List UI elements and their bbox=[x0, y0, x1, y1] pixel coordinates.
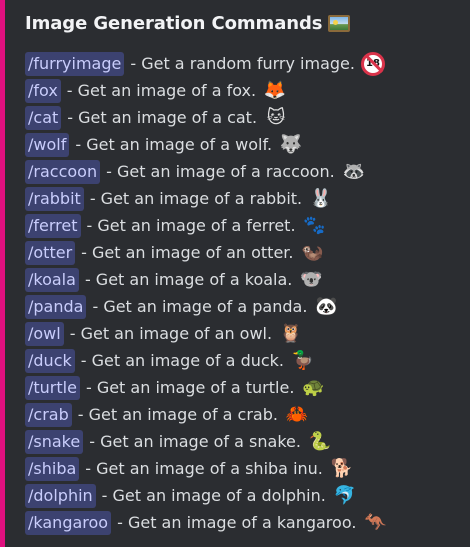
command-description: - Get an image of a rabbit. bbox=[89, 188, 303, 208]
command-row: /otter - Get an image of an otter. 🦦 bbox=[25, 239, 464, 266]
slash-command-mention[interactable]: /otter bbox=[25, 240, 76, 265]
fox-icon: 🦊 bbox=[263, 79, 287, 101]
no-one-under-eighteen-icon: 18 bbox=[360, 51, 385, 76]
command-description: - Get an image of a wolf. bbox=[75, 134, 273, 154]
command-list: /furryimage - Get a random furry image. 18… bbox=[25, 50, 464, 536]
command-description: - Get an image of a cat. bbox=[67, 107, 258, 127]
slash-command-mention[interactable]: /ferret bbox=[25, 213, 81, 238]
command-description: - Get an image of an owl. bbox=[69, 323, 273, 343]
slash-command-mention[interactable]: /crab bbox=[25, 402, 72, 427]
command-description: - Get an image of a koala. bbox=[84, 269, 293, 289]
command-row: /ferret - Get an image of a ferret. 🐾 bbox=[25, 212, 464, 239]
embed-body: Image Generation Commands /furryimage - G… bbox=[25, 8, 464, 536]
embed-accent-bar bbox=[0, 0, 5, 547]
duck-icon: 🦆 bbox=[291, 349, 315, 371]
command-row: /turtle - Get an image of a turtle. 🐢 bbox=[25, 374, 464, 401]
slash-command-mention[interactable]: /furryimage bbox=[25, 51, 125, 76]
dog-icon: 🐕 bbox=[330, 457, 354, 479]
slash-command-mention[interactable]: /owl bbox=[25, 321, 64, 346]
command-row: /dolphin - Get an image of a dolphin. 🐬 bbox=[25, 482, 464, 509]
owl-icon: 🦉 bbox=[279, 322, 303, 344]
wolf-icon: 🐺 bbox=[279, 133, 303, 155]
command-row: /kangaroo - Get an image of a kangaroo. 🦘 bbox=[25, 509, 464, 536]
dolphin-icon: 🐬 bbox=[333, 484, 357, 506]
command-description: - Get an image of a kangaroo. bbox=[117, 512, 357, 532]
slash-command-mention[interactable]: /panda bbox=[25, 294, 87, 319]
slash-command-mention[interactable]: /kangaroo bbox=[25, 510, 112, 535]
command-row: /koala - Get an image of a koala. 🐨 bbox=[25, 266, 464, 293]
slash-command-mention[interactable]: /wolf bbox=[25, 132, 70, 157]
command-description: - Get an image of a dolphin. bbox=[101, 485, 326, 505]
slash-command-mention[interactable]: /snake bbox=[25, 429, 84, 454]
kangaroo-icon: 🦘 bbox=[364, 511, 387, 533]
command-row: /crab - Get an image of a crab. 🦀 bbox=[25, 401, 464, 428]
cat-face-icon: 🐱 bbox=[266, 106, 286, 128]
framed-picture-icon bbox=[328, 14, 351, 32]
command-description: - Get an image of a ferret. bbox=[86, 215, 296, 235]
slash-command-mention[interactable]: /shiba bbox=[25, 456, 80, 481]
command-description: - Get an image of a shiba inu. bbox=[85, 458, 323, 478]
slash-command-mention[interactable]: /fox bbox=[25, 78, 61, 103]
embed-title-row: Image Generation Commands bbox=[25, 8, 464, 38]
rabbit-face-icon: 🐰 bbox=[309, 187, 333, 209]
command-description: - Get an image of an otter. bbox=[81, 242, 294, 262]
command-description: - Get an image of a snake. bbox=[89, 431, 301, 451]
command-row: /raccoon - Get an image of a raccoon. 🦝 bbox=[25, 158, 464, 185]
slash-command-mention[interactable]: /cat bbox=[25, 105, 62, 130]
command-description: - Get an image of a raccoon. bbox=[106, 161, 335, 181]
paw-prints-icon: 🐾 bbox=[303, 214, 326, 236]
slash-command-mention[interactable]: /raccoon bbox=[25, 159, 101, 184]
crab-icon: 🦀 bbox=[285, 403, 309, 425]
command-row: /furryimage - Get a random furry image. 18 bbox=[25, 50, 464, 77]
embed-title: Image Generation Commands bbox=[25, 12, 323, 34]
raccoon-icon: 🦝 bbox=[342, 160, 365, 182]
command-row: /snake - Get an image of a snake. 🐍 bbox=[25, 428, 464, 455]
command-description: - Get an image of a turtle. bbox=[85, 377, 295, 397]
command-description: - Get an image of a crab. bbox=[77, 404, 278, 424]
command-row: /owl - Get an image of an owl. 🦉 bbox=[25, 320, 464, 347]
command-row: /wolf - Get an image of a wolf. 🐺 bbox=[25, 131, 464, 158]
slash-command-mention[interactable]: /turtle bbox=[25, 375, 80, 400]
command-description: - Get an image of a panda. bbox=[92, 296, 308, 316]
slash-command-mention[interactable]: /duck bbox=[25, 348, 75, 373]
command-row: /duck - Get an image of a duck. 🦆 bbox=[25, 347, 464, 374]
command-row: /cat - Get an image of a cat. 🐱 bbox=[25, 104, 464, 131]
command-row: /shiba - Get an image of a shiba inu. 🐕 bbox=[25, 455, 464, 482]
turtle-icon: 🐢 bbox=[302, 376, 325, 398]
command-row: /panda - Get an image of a panda. 🐼 bbox=[25, 293, 464, 320]
koala-icon: 🐨 bbox=[300, 268, 323, 290]
slash-command-mention[interactable]: /rabbit bbox=[25, 186, 84, 211]
command-description: - Get a random furry image. bbox=[130, 53, 355, 73]
command-row: /fox - Get an image of a fox. 🦊 bbox=[25, 77, 464, 104]
command-description: - Get an image of a fox. bbox=[66, 80, 257, 100]
slash-command-mention[interactable]: /dolphin bbox=[25, 483, 96, 508]
command-row: /rabbit - Get an image of a rabbit. 🐰 bbox=[25, 185, 464, 212]
slash-command-mention[interactable]: /koala bbox=[25, 267, 79, 292]
otter-icon: 🦦 bbox=[301, 241, 324, 263]
command-description: - Get an image of a duck. bbox=[80, 350, 285, 370]
snake-icon: 🐍 bbox=[308, 430, 332, 452]
panda-icon: 🐼 bbox=[315, 295, 338, 317]
